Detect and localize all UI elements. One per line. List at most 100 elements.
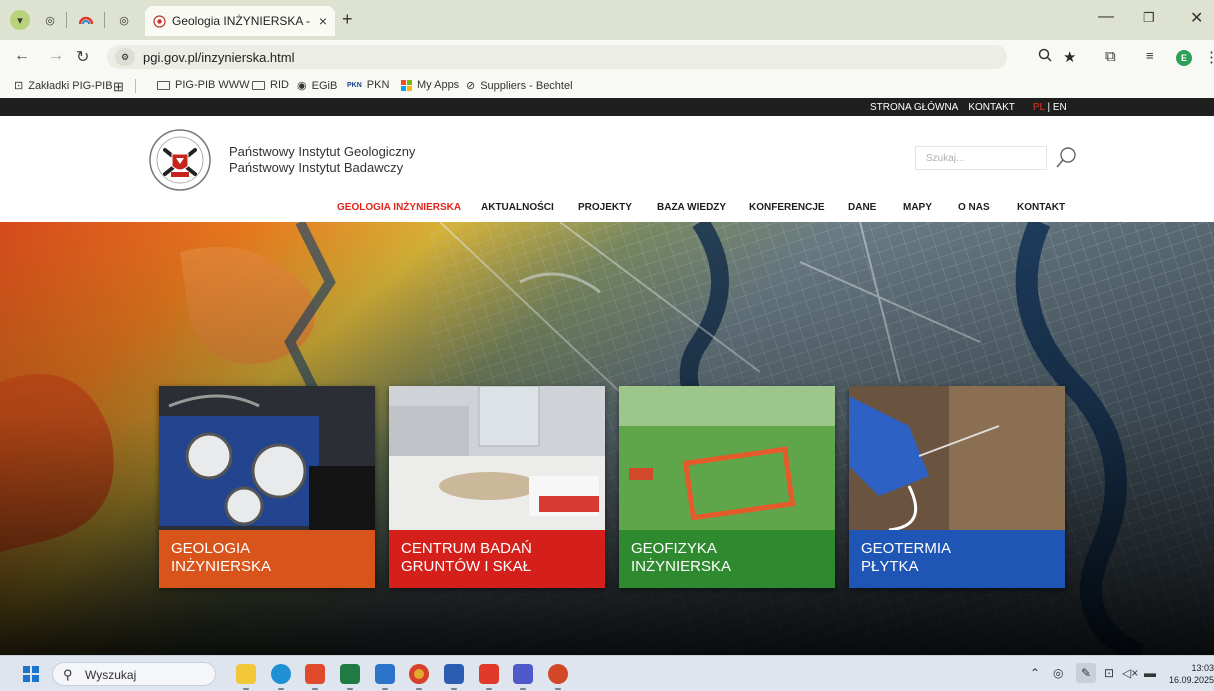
reading-list-icon[interactable]: ≡ <box>1146 48 1154 63</box>
nav-item-mapy[interactable]: MAPY <box>903 202 932 213</box>
menu-icon[interactable]: ⋮ <box>1204 48 1214 66</box>
nav-item-o-nas[interactable]: O NAS <box>958 202 990 213</box>
tray-app-icon[interactable]: ◎ <box>1053 666 1063 680</box>
card-geofizyka[interactable]: GEOFIZYKA INŻYNIERSKA <box>619 386 835 588</box>
back-icon[interactable]: ← <box>14 47 30 65</box>
bookmarks-bar: ⊡ Zakładki PIG-PIB ⊞ PIG-PIB WWW RID ◉ E… <box>0 74 1214 98</box>
ms-apps-icon <box>401 79 412 91</box>
minimize-icon[interactable]: — <box>1098 8 1114 26</box>
address-bar[interactable]: ⚙ pgi.gov.pl/inzynierska.html <box>107 45 1007 69</box>
tray-overflow-icon[interactable]: ⌃ <box>1030 666 1040 680</box>
card-geologia-inzynierska[interactable]: GEOLOGIA INŻYNIERSKA <box>159 386 375 588</box>
card-centrum-badan[interactable]: CENTRUM BADAŃ GRUNTÓW I SKAŁ <box>389 386 605 588</box>
powerpoint-icon[interactable] <box>548 664 568 690</box>
tab-separator <box>104 12 105 28</box>
card-label: GEOLOGIA INŻYNIERSKA <box>159 530 375 588</box>
tab-title: Geologia INŻYNIERSKA - Państw <box>172 14 313 28</box>
windows-taskbar: ⚲ Wyszukaj ⌃ ◎ ✎ ⊡ ◁× ▬ 13:03 16.09.2025 <box>0 655 1214 691</box>
site-info-icon[interactable]: ⚙ <box>115 48 135 66</box>
globe-icon[interactable]: ◎ <box>114 10 134 30</box>
bookmark-item[interactable]: ◉ EGiB <box>297 79 337 93</box>
nav-item-geologia-inzynierska[interactable]: GEOLOGIA INŻYNIERSKA <box>337 202 461 213</box>
globe-icon: ◉ <box>297 80 307 92</box>
star-icon[interactable]: ★ <box>1063 48 1076 66</box>
nav-item-konferencje[interactable]: KONFERENCJE <box>749 202 825 213</box>
new-tab-button[interactable]: + <box>342 9 353 30</box>
apps-grid-icon: ⊞ <box>113 79 124 94</box>
bookmark-item[interactable]: ⊞ <box>113 79 129 95</box>
search-input[interactable]: Szukaj... <box>915 146 1047 170</box>
institute-name[interactable]: Państwowy Instytut Geologiczny Państwowy… <box>229 144 415 176</box>
profile-avatar[interactable]: E <box>1176 50 1192 66</box>
web-page: STRONA GŁÓWNA KONTAKT PL | EN Państwowy … <box>0 98 1214 655</box>
battery-icon[interactable]: ▬ <box>1144 666 1156 680</box>
group-tab-icon[interactable] <box>76 10 96 30</box>
nav-item-baza-wiedzy[interactable]: BAZA WIEDZY <box>657 202 726 213</box>
volume-icon[interactable]: ◁× <box>1122 666 1138 680</box>
browser-tab-bar: ▾ ◎ ◎ Geologia INŻYNIERSKA - Państw × + … <box>0 0 1214 40</box>
nav-item-aktualnosci[interactable]: AKTUALNOŚCI <box>481 202 554 213</box>
reload-icon[interactable]: ↻ <box>76 47 89 67</box>
clock-time: 13:03 <box>1191 663 1214 673</box>
close-icon[interactable]: × <box>319 13 327 29</box>
excel-icon[interactable] <box>340 664 360 690</box>
home-link[interactable]: STRONA GŁÓWNA <box>870 102 958 113</box>
globe-icon[interactable]: ◎ <box>40 10 60 30</box>
nav-item-projekty[interactable]: PROJEKTY <box>578 202 632 213</box>
institute-logo[interactable] <box>148 128 212 192</box>
word-icon[interactable] <box>444 664 464 690</box>
taskbar-search[interactable]: ⚲ Wyszukaj <box>52 662 216 686</box>
microphone-muted-icon[interactable]: ✎ <box>1076 663 1096 683</box>
nav-item-dane[interactable]: DANE <box>848 202 876 213</box>
edge-icon[interactable] <box>271 664 291 690</box>
extensions-icon[interactable]: ⧉ <box>1105 48 1116 65</box>
card-photo <box>849 386 1065 530</box>
top-links: STRONA GŁÓWNA KONTAKT PL | EN <box>870 102 1067 113</box>
outlook-icon[interactable] <box>375 664 395 690</box>
network-icon[interactable]: ⊡ <box>1104 666 1114 680</box>
bookmarks-folder-icon: ⊡ <box>14 80 24 92</box>
file-explorer-icon[interactable] <box>236 664 256 690</box>
search-icon: ⚲ <box>63 667 73 682</box>
bookmark-item[interactable]: ⊘ Suppliers - Bechtel <box>466 79 573 93</box>
institute-name-line1: Państwowy Instytut Geologiczny <box>229 144 416 159</box>
restore-icon[interactable]: ❐ <box>1143 10 1155 26</box>
bookmark-item[interactable]: My Apps <box>401 79 459 91</box>
folder-icon <box>252 80 265 90</box>
bookmark-item[interactable]: ⊡ Zakładki PIG-PIB <box>14 79 113 93</box>
contact-link[interactable]: KONTAKT <box>968 102 1014 113</box>
url-text: pgi.gov.pl/inzynierska.html <box>143 49 295 65</box>
link-icon: ⊘ <box>466 80 476 92</box>
tab-separator <box>66 12 67 28</box>
bookmark-item[interactable]: PIG-PIB WWW <box>157 79 250 91</box>
nav-item-kontakt[interactable]: KONTAKT <box>1017 202 1065 213</box>
tab-active[interactable]: Geologia INŻYNIERSKA - Państw × <box>145 6 335 36</box>
card-label: GEOFIZYKA INŻYNIERSKA <box>619 530 835 588</box>
bookmark-item[interactable]: PKN PKN <box>347 79 389 91</box>
teams-icon[interactable] <box>513 664 533 690</box>
zoom-icon[interactable] <box>1038 48 1052 66</box>
card-label: CENTRUM BADAŃ GRUNTÓW I SKAŁ <box>389 530 605 588</box>
lang-en-link[interactable]: EN <box>1053 102 1067 113</box>
windows-start-icon[interactable] <box>23 666 39 682</box>
card-photo <box>159 386 375 530</box>
close-window-icon[interactable]: ✕ <box>1190 8 1203 28</box>
pkn-icon: PKN <box>347 81 362 89</box>
search-icon[interactable] <box>1055 146 1077 170</box>
site-search: Szukaj... <box>915 146 1077 170</box>
address-toolbar: ← → ↻ ⚙ pgi.gov.pl/inzynierska.html ★ ⧉ … <box>0 40 1214 74</box>
forward-icon[interactable]: → <box>48 47 64 65</box>
app-icon[interactable] <box>479 664 499 690</box>
hero-banner: GEOLOGIA INŻYNIERSKA CENTRUM BADAŃ GRUNT… <box>0 222 1214 655</box>
bookmark-item[interactable]: RID <box>252 79 289 91</box>
tab-search-button[interactable]: ▾ <box>10 10 30 30</box>
app-icon[interactable] <box>305 664 325 690</box>
chrome-icon[interactable] <box>409 664 429 690</box>
card-photo <box>619 386 835 530</box>
folder-icon <box>157 80 170 90</box>
clock-date: 16.09.2025 <box>1168 675 1214 685</box>
favicon-icon <box>153 14 166 28</box>
card-geotermia[interactable]: GEOTERMIA PŁYTKA <box>849 386 1065 588</box>
lang-pl-link[interactable]: PL <box>1033 102 1045 113</box>
clock[interactable]: 13:03 16.09.2025 <box>1166 662 1214 686</box>
